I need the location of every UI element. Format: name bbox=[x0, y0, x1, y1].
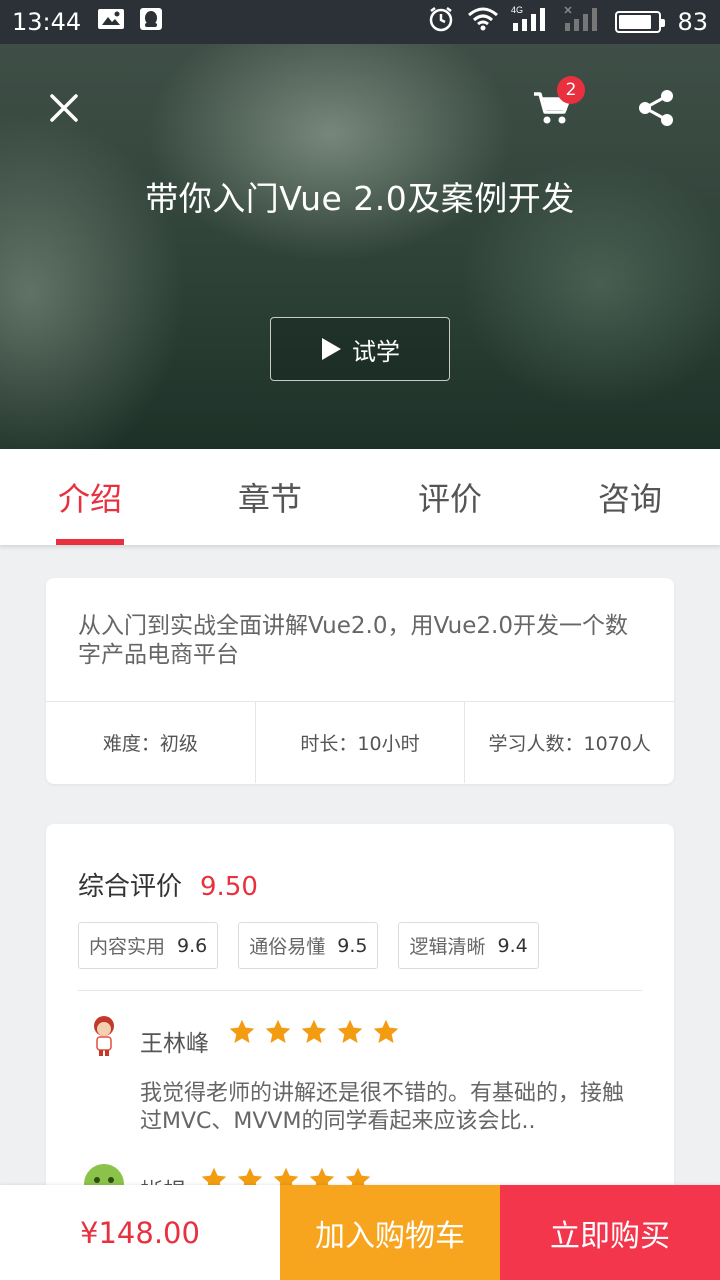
add-to-cart-button[interactable]: 加入购物车 bbox=[280, 1185, 500, 1280]
qq-icon bbox=[139, 7, 163, 37]
rating-tag: 逻辑清晰 9.4 bbox=[398, 922, 539, 969]
rating-tag: 内容实用 9.6 bbox=[78, 922, 219, 969]
overall-rating-label: 综合评价 bbox=[78, 872, 183, 902]
close-icon bbox=[50, 94, 78, 122]
status-time: 13:44 bbox=[12, 8, 82, 36]
purchase-bar: ¥148.00 加入购物车 立即购买 bbox=[0, 1185, 720, 1280]
alarm-icon bbox=[427, 5, 455, 39]
status-bar: 13:44 4G 83 bbox=[0, 0, 720, 44]
review-text: 我觉得老师的讲解还是很不错的。有基础的，接触过MVC、MVVM的同学看起来应该会… bbox=[140, 1081, 625, 1134]
avatar bbox=[94, 1016, 114, 1056]
share-icon bbox=[639, 90, 673, 126]
wifi-icon bbox=[467, 6, 499, 38]
buy-now-button[interactable]: 立即购买 bbox=[500, 1185, 720, 1280]
star-icon bbox=[229, 1019, 255, 1043]
course-description: 从入门到实战全面讲解Vue2.0，用Vue2.0开发一个数字产品电商平台 bbox=[46, 578, 674, 702]
divider bbox=[78, 990, 642, 991]
close-button[interactable] bbox=[38, 82, 90, 134]
course-price: ¥148.00 bbox=[0, 1185, 280, 1280]
tab-reviews[interactable]: 评价 bbox=[360, 449, 540, 545]
battery-level: 83 bbox=[677, 8, 708, 36]
duration-info: 时长：10小时 bbox=[256, 702, 466, 783]
svg-text:4G: 4G bbox=[511, 5, 523, 15]
battery-icon bbox=[615, 11, 666, 33]
battery-fill bbox=[619, 15, 652, 29]
star-icon bbox=[337, 1019, 363, 1043]
intro-card: 从入门到实战全面讲解Vue2.0，用Vue2.0开发一个数字产品电商平台 难度：… bbox=[46, 578, 674, 784]
tab-chapters[interactable]: 章节 bbox=[180, 449, 360, 545]
rating-tag-label: 通俗易懂 bbox=[249, 936, 326, 958]
rating-tags: 内容实用 9.6 通俗易懂 9.5 逻辑清晰 9.4 bbox=[78, 922, 539, 969]
rating-tag-score: 9.5 bbox=[337, 934, 368, 957]
trial-button[interactable]: 试学 bbox=[270, 317, 450, 381]
star-icon bbox=[373, 1019, 399, 1043]
trial-label: 试学 bbox=[352, 337, 400, 366]
overall-rating: 综合评价 9.50 bbox=[78, 866, 258, 903]
rating-tag-label: 逻辑清晰 bbox=[409, 936, 486, 958]
star-icon bbox=[265, 1019, 291, 1043]
signal-icon: 4G bbox=[511, 5, 551, 39]
overall-rating-score: 9.50 bbox=[200, 872, 258, 902]
learners-info: 学习人数：1070人 bbox=[488, 733, 651, 755]
reviewer-name: 王林峰 bbox=[140, 1031, 209, 1057]
tab-consult[interactable]: 咨询 bbox=[540, 449, 720, 545]
course-tabs: 介绍 章节 评价 咨询 bbox=[0, 449, 720, 545]
image-icon bbox=[97, 7, 125, 37]
rating-tag: 通俗易懂 9.5 bbox=[238, 922, 379, 969]
rating-tag-score: 9.6 bbox=[177, 934, 208, 957]
play-icon bbox=[322, 338, 341, 360]
signal-weak-icon bbox=[563, 5, 603, 39]
tab-intro[interactable]: 介绍 bbox=[0, 449, 180, 545]
difficulty-info: 难度：初级 bbox=[46, 702, 256, 783]
course-hero: 2 带你入门Vue 2.0及案例开发 试学 bbox=[0, 44, 720, 449]
star-icon bbox=[301, 1019, 327, 1043]
review-card: 综合评价 9.50 内容实用 9.6 通俗易懂 9.5 逻辑清晰 9.4 王林峰… bbox=[46, 824, 674, 1204]
course-meta: 难度：初级 时长：10小时 学习人数：1070人 bbox=[46, 702, 674, 783]
share-button[interactable] bbox=[630, 82, 682, 134]
rating-tag-label: 内容实用 bbox=[89, 936, 166, 958]
cart-count-badge: 2 bbox=[557, 76, 585, 104]
review-stars bbox=[228, 1018, 400, 1046]
course-title: 带你入门Vue 2.0及案例开发 bbox=[145, 179, 575, 218]
rating-tag-score: 9.4 bbox=[497, 934, 528, 957]
